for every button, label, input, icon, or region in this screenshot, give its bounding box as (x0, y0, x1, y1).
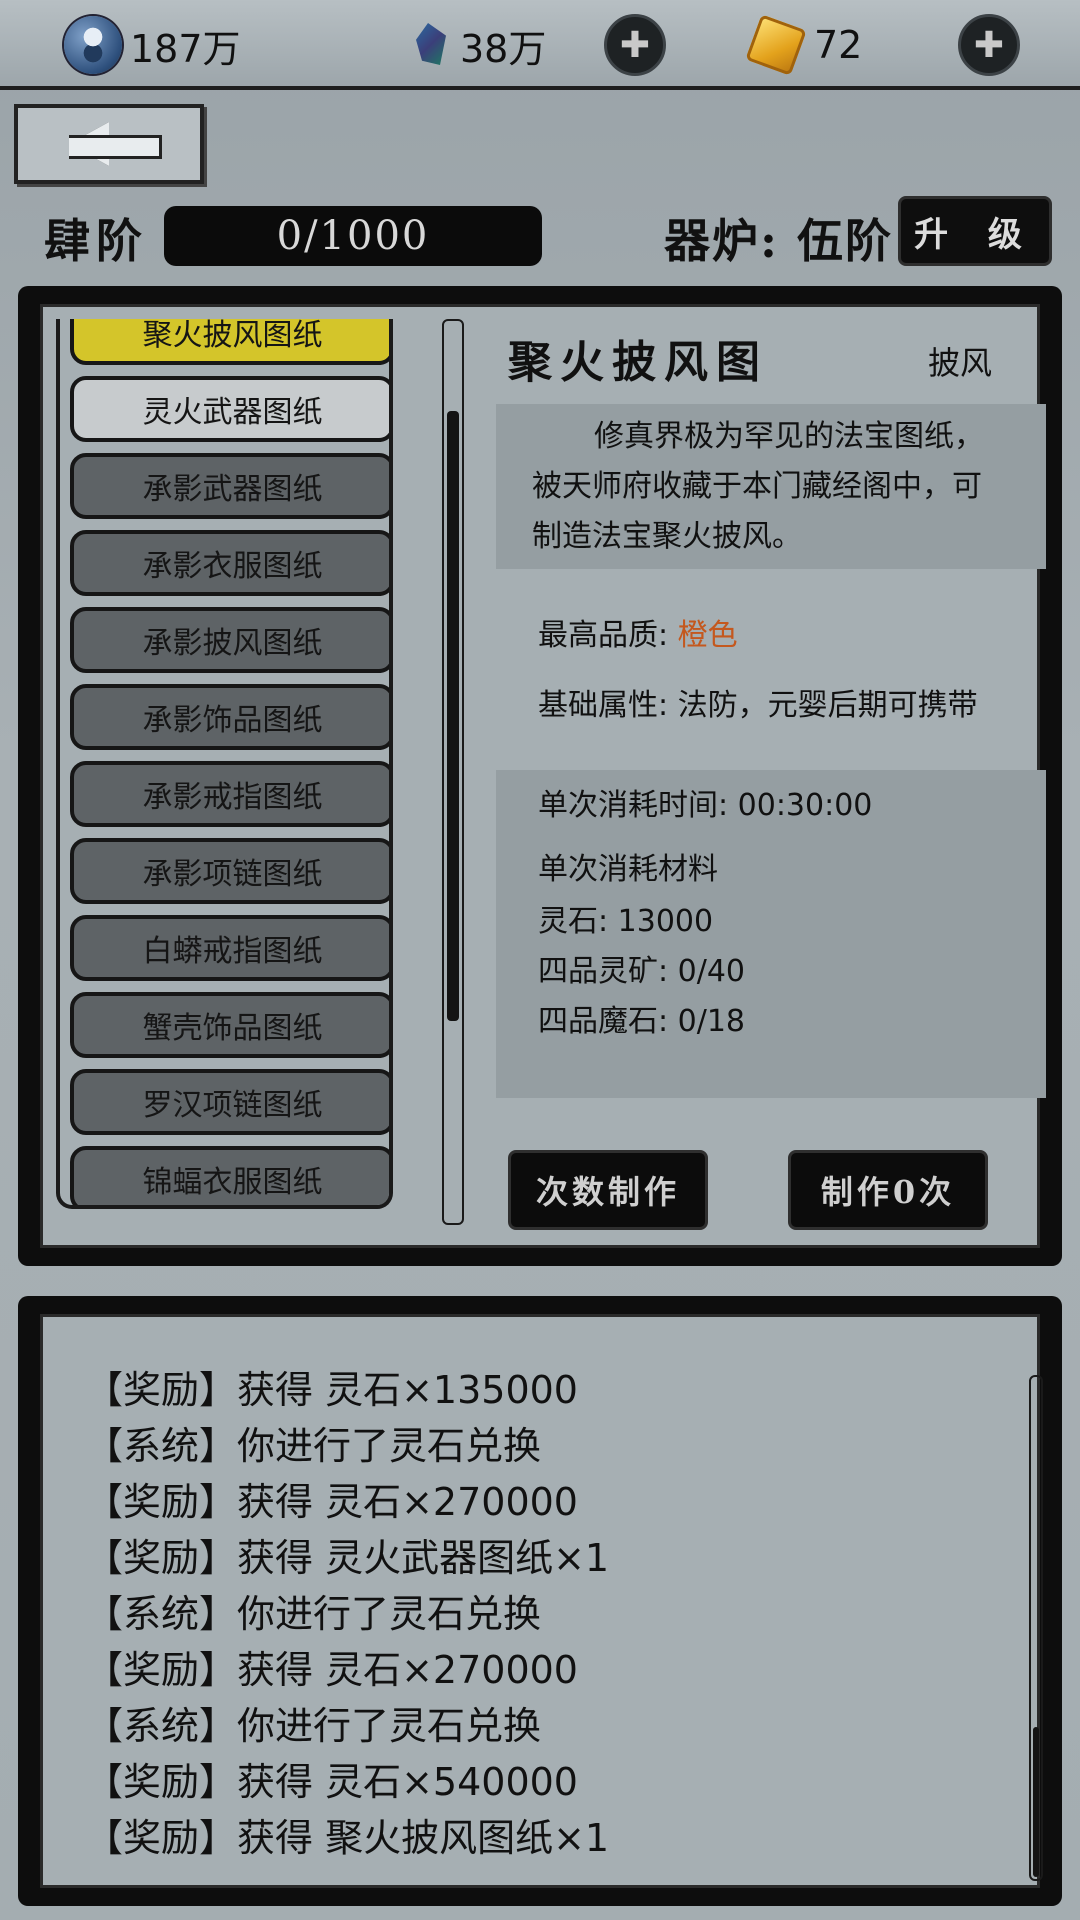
back-button[interactable] (14, 104, 204, 184)
blueprint-item[interactable]: 聚火披风图纸 (70, 319, 389, 365)
crafting-panel: 聚火披风图纸灵火武器图纸 承影武器图纸 承影衣服图纸 承影披风图纸 承影饰品图纸 承影戒指… (18, 286, 1062, 1266)
rank-progress-text: 0/1000 (276, 213, 430, 259)
yin-yang-coin-icon (64, 16, 122, 74)
log-entry: 【奖励】获得 灵火武器图纸×1 (85, 1536, 610, 1580)
rank-progress-bar: 0/1000 (164, 206, 542, 266)
resource-spirit-coin: 187万 (64, 0, 241, 90)
message-log-panel: 【奖励】获得 灵石×135000 【系统】你进行了灵石兑换 【奖励】获得 灵石×27… (18, 1296, 1062, 1906)
cost-box: 单次消耗时间: 00:30:00 单次消耗材料 灵石: 13000 四品灵矿: … (496, 770, 1046, 1098)
base-attributes: 基础属性: 法防，元婴后期可携带 (538, 688, 978, 723)
craft-button[interactable]: 制作0次 (788, 1150, 988, 1230)
resource-gold: 72 (746, 0, 862, 90)
scrollbar-thumb[interactable] (1033, 1727, 1039, 1877)
blueprint-item[interactable]: 承影戒指图纸 (70, 761, 389, 827)
blueprint-item[interactable]: 承影饰品图纸 (70, 684, 389, 750)
add-gold-button[interactable]: ✚ (958, 0, 1020, 90)
log-entry: 【系统】你进行了灵石兑换 (85, 1592, 542, 1636)
quality-row: 最高品质: 橙色 (538, 610, 738, 654)
log-entry: 【奖励】获得 灵石×270000 (85, 1648, 578, 1692)
spirit-coin-value: 187万 (130, 26, 241, 71)
material-row: 灵石: 13000 (538, 904, 714, 939)
message-log-scrollbar[interactable] (1029, 1375, 1043, 1881)
back-arrow-icon (69, 122, 162, 166)
log-entry: 【奖励】获得 灵石×270000 (85, 1480, 578, 1524)
resource-gem: 38万 (412, 0, 546, 90)
log-entry: 【奖励】获得 聚火披风图纸×1 (85, 1816, 610, 1860)
materials-title: 单次消耗材料 (538, 852, 718, 887)
material-row: 四品灵矿: 0/40 (538, 954, 746, 989)
blueprint-item[interactable]: 罗汉项链图纸 (70, 1069, 389, 1135)
log-entry: 【奖励】获得 灵石×135000 (85, 1368, 578, 1412)
batch-craft-button[interactable]: 次数制作 (508, 1150, 708, 1230)
log-entry: 【系统】你进行了灵石兑换 (85, 1424, 542, 1468)
blueprint-item[interactable]: 锦蝠衣服图纸 (70, 1146, 389, 1205)
material-row: 四品魔石: 0/18 (538, 1004, 746, 1039)
plus-icon: ✚ (604, 14, 666, 76)
message-log-inner[interactable]: 【奖励】获得 灵石×135000 【系统】你进行了灵石兑换 【奖励】获得 灵石×27… (40, 1314, 1043, 1888)
plus-icon: ✚ (958, 14, 1020, 76)
craft-time: 单次消耗时间: 00:30:00 (538, 788, 873, 823)
gem-value: 38万 (460, 26, 547, 71)
quality-label: 最高品质: (538, 618, 669, 653)
blueprint-title: 聚火披风图 (508, 337, 768, 388)
blueprint-item[interactable]: 承影项链图纸 (70, 838, 389, 904)
blueprint-item[interactable]: 承影衣服图纸 (70, 530, 389, 596)
blueprint-item[interactable]: 灵火武器图纸 (70, 376, 389, 442)
blueprint-item[interactable]: 蟹壳饰品图纸 (70, 992, 389, 1058)
quality-value: 橙色 (677, 618, 738, 653)
resource-bar: 187万 38万 ✚ 72 ✚ (0, 0, 1080, 90)
add-gem-button[interactable]: ✚ (604, 0, 666, 90)
rank-label: 肆阶 (44, 214, 148, 268)
blueprint-list[interactable]: 聚火披风图纸灵火武器图纸 承影武器图纸 承影衣服图纸 承影披风图纸 承影饰品图纸 承影戒指… (56, 319, 393, 1209)
blueprint-list-scrollbar[interactable] (442, 319, 464, 1225)
gold-ingot-icon (746, 15, 806, 75)
blueprint-item[interactable]: 白蟒戒指图纸 (70, 915, 389, 981)
upgrade-button[interactable]: 升 级 (898, 196, 1052, 266)
blueprint-item[interactable]: 承影武器图纸 (70, 453, 389, 519)
log-entry: 【系统】你进行了灵石兑换 (85, 1704, 542, 1748)
scrollbar-thumb[interactable] (447, 411, 459, 1021)
blueprint-type: 披风 (928, 344, 993, 382)
furnace-level: 器炉: 伍阶 (664, 214, 893, 268)
blueprint-item[interactable]: 承影披风图纸 (70, 607, 389, 673)
gold-value: 72 (814, 23, 863, 67)
blueprint-description: 修真界极为罕见的法宝图纸，被天师府收藏于本门藏经阁中，可制造法宝聚火披风。 (496, 404, 1046, 569)
log-entry: 【奖励】获得 灵石×540000 (85, 1760, 578, 1804)
blue-gem-icon (412, 19, 452, 71)
